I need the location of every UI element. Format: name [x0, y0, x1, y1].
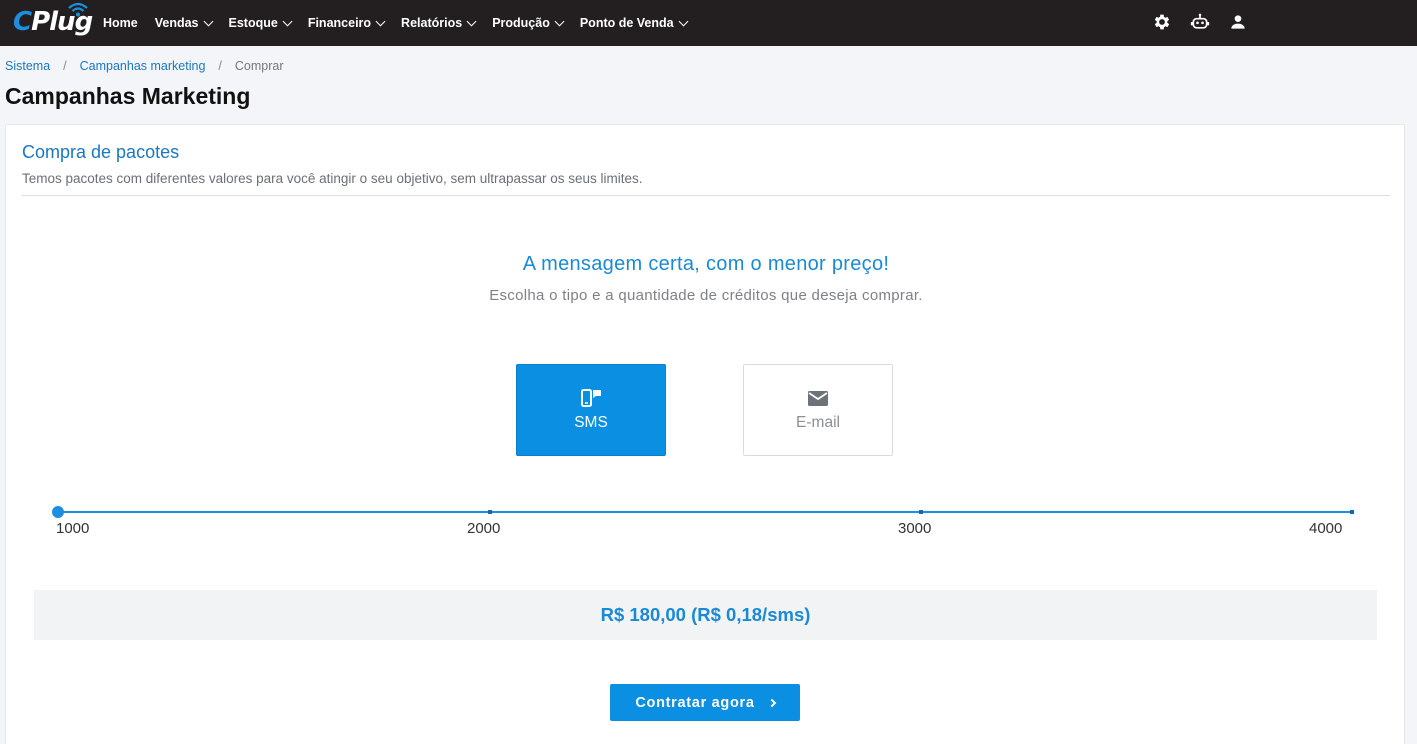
- user-toolbar: [1152, 12, 1266, 32]
- card-subtitle: Temos pacotes com diferentes valores par…: [22, 171, 643, 186]
- top-navbar: CPlug Home Vendas Estoque Financeiro Rel…: [0, 0, 1417, 46]
- slider-track: [58, 511, 1354, 513]
- nav-home[interactable]: Home: [103, 16, 138, 30]
- slider-tick: [919, 510, 923, 514]
- chevron-down-icon: [282, 16, 293, 26]
- slider-handle[interactable]: [52, 506, 64, 518]
- robot-icon[interactable]: [1190, 12, 1210, 32]
- nav-ponto-de-venda[interactable]: Ponto de Venda: [580, 16, 689, 30]
- divider: [22, 195, 1390, 196]
- cplug-logo[interactable]: CPlug: [13, 2, 93, 40]
- tick-label-3000: 3000: [898, 520, 932, 537]
- chevron-down-icon: [554, 16, 565, 26]
- sms-label: SMS: [574, 414, 608, 431]
- chevron-down-icon: [203, 16, 213, 26]
- contratar-agora-button[interactable]: Contratar agora: [610, 684, 800, 721]
- sms-icon: [581, 389, 601, 407]
- promo-subline: Escolha o tipo e a quantidade de crédito…: [489, 287, 923, 304]
- tick-label-1000: 1000: [56, 520, 90, 537]
- wifi-icon: [68, 2, 88, 17]
- nav-financeiro[interactable]: Financeiro: [308, 16, 386, 30]
- email-icon: [808, 391, 828, 406]
- page-title: Campanhas Marketing: [5, 83, 251, 109]
- breadcrumb-separator: /: [218, 59, 222, 73]
- chevron-down-icon: [678, 16, 689, 26]
- tick-label-2000: 2000: [467, 520, 501, 537]
- breadcrumb-sistema[interactable]: Sistema: [5, 59, 50, 73]
- credits-slider[interactable]: [52, 505, 1354, 525]
- slider-tick: [1350, 510, 1354, 514]
- email-label: E-mail: [796, 414, 840, 431]
- user-icon[interactable]: [1228, 12, 1248, 32]
- main-nav: Home Vendas Estoque Financeiro Relatório…: [103, 0, 704, 46]
- tick-label-4000: 4000: [1309, 520, 1343, 537]
- nav-vendas[interactable]: Vendas: [155, 16, 213, 30]
- email-type-button[interactable]: E-mail: [743, 364, 893, 456]
- card-title: Compra de pacotes: [22, 142, 180, 162]
- breadcrumb-campanhas-marketing[interactable]: Campanhas marketing: [80, 59, 206, 73]
- price-display: R$ 180,00 (R$ 0,18/sms): [34, 590, 1377, 640]
- chevron-right-icon: [767, 698, 776, 707]
- nav-relatorios[interactable]: Relatórios: [401, 16, 477, 30]
- price-text: R$ 180,00 (R$ 0,18/sms): [600, 604, 811, 625]
- slider-tick: [488, 510, 492, 514]
- promo-headline: A mensagem certa, com o menor preço!: [522, 253, 890, 275]
- breadcrumb-comprar: Comprar: [234, 59, 284, 73]
- chevron-down-icon: [466, 16, 477, 26]
- chevron-down-icon: [375, 16, 386, 26]
- sms-type-button[interactable]: SMS: [516, 364, 666, 456]
- purchase-card: Compra de pacotes Temos pacotes com dife…: [5, 124, 1405, 744]
- nav-estoque[interactable]: Estoque: [229, 16, 293, 30]
- breadcrumb-separator: /: [63, 59, 67, 73]
- gear-icon[interactable]: [1152, 12, 1172, 32]
- breadcrumb: Sistema / Campanhas marketing / Comprar: [5, 59, 284, 73]
- nav-producao[interactable]: Produção: [492, 16, 565, 30]
